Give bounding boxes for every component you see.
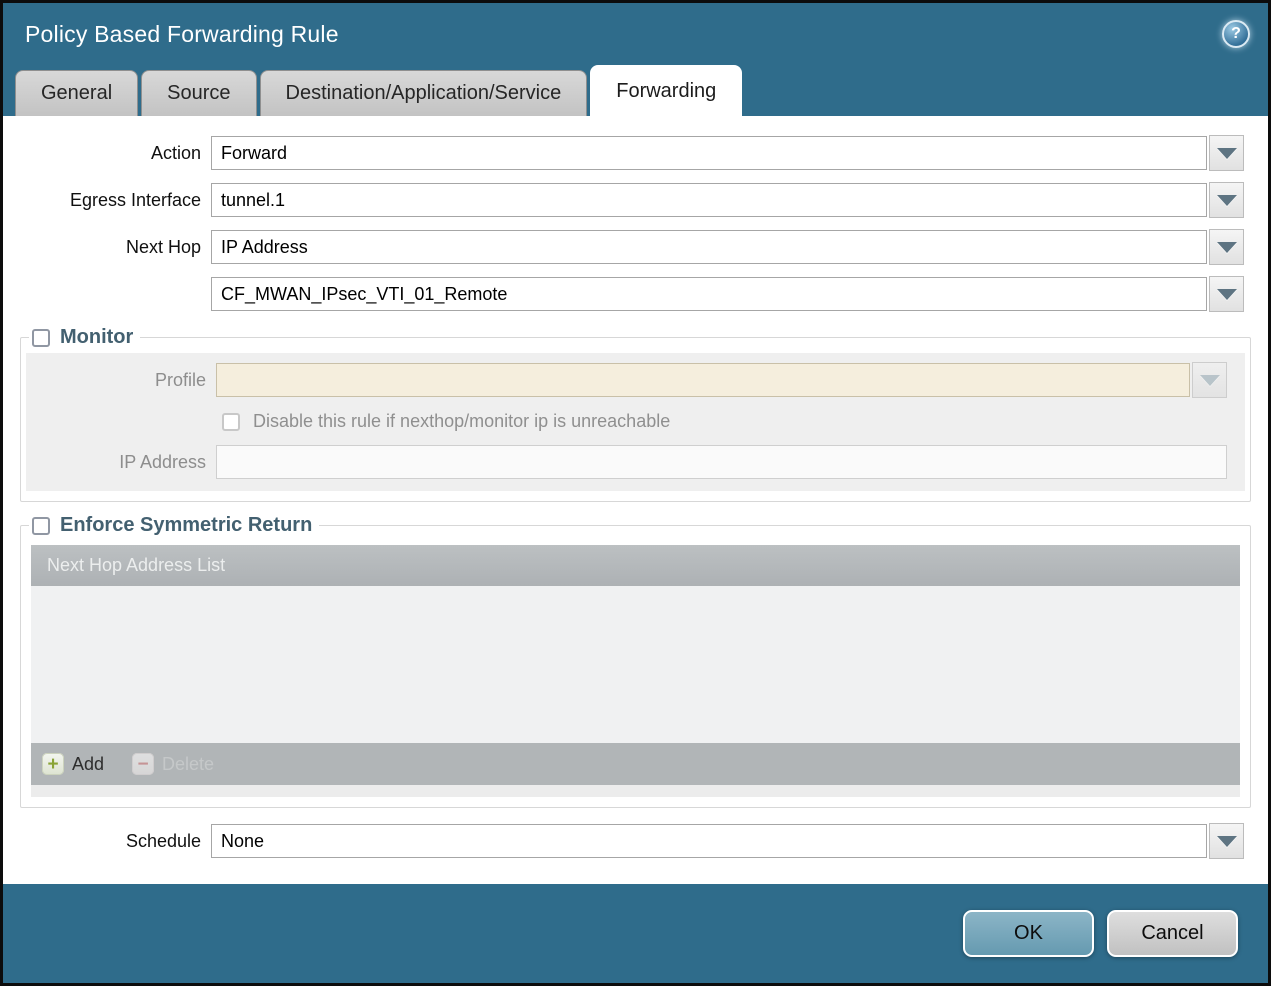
disable-rule-row: Disable this rule if nexthop/monitor ip … bbox=[222, 411, 1239, 432]
chevron-down-icon bbox=[1216, 147, 1237, 159]
monitor-fieldset: Monitor Profile Disable this rule if nex… bbox=[20, 326, 1251, 502]
forwarding-tab-panel: Action Forward Egress Interface tunnel.1… bbox=[3, 116, 1268, 884]
action-label: Action bbox=[150, 143, 201, 163]
dialog-title: Policy Based Forwarding Rule bbox=[25, 20, 339, 47]
chevron-down-icon bbox=[1216, 835, 1237, 847]
next-hop-address-dropdown-button[interactable] bbox=[1209, 276, 1244, 312]
monitor-label: Monitor bbox=[60, 326, 134, 348]
monitor-legend: Monitor bbox=[29, 326, 140, 349]
minus-icon: − bbox=[132, 753, 155, 775]
delete-button: − Delete bbox=[132, 753, 214, 775]
chevron-down-icon bbox=[1216, 288, 1237, 300]
disable-rule-label: Disable this rule if nexthop/monitor ip … bbox=[253, 411, 671, 431]
next-hop-row: Next Hop IP Address bbox=[15, 229, 1256, 265]
cancel-button[interactable]: Cancel bbox=[1107, 910, 1238, 957]
tab-forwarding[interactable]: Forwarding bbox=[590, 65, 743, 116]
profile-select bbox=[216, 363, 1190, 397]
plus-icon: + bbox=[42, 753, 64, 775]
egress-interface-label: Egress Interface bbox=[69, 190, 201, 210]
table-header: Next Hop Address List bbox=[31, 545, 1240, 586]
table-bottom-strip bbox=[31, 785, 1240, 797]
enforce-symmetric-return-legend: Enforce Symmetric Return bbox=[29, 514, 319, 537]
help-icon[interactable]: ? bbox=[1222, 20, 1250, 48]
schedule-dropdown-button[interactable] bbox=[1209, 823, 1244, 859]
ok-button[interactable]: OK bbox=[963, 910, 1094, 957]
schedule-select[interactable]: None bbox=[211, 824, 1207, 858]
profile-label: Profile bbox=[154, 370, 206, 390]
tab-bar: General Source Destination/Application/S… bbox=[3, 65, 1268, 116]
action-row: Action Forward bbox=[15, 135, 1256, 171]
action-dropdown-button[interactable] bbox=[1209, 135, 1244, 171]
table-header-label: Next Hop Address List bbox=[47, 555, 226, 575]
schedule-label: Schedule bbox=[125, 831, 201, 851]
egress-interface-select[interactable]: tunnel.1 bbox=[211, 183, 1207, 217]
chevron-down-icon bbox=[1216, 194, 1237, 206]
enforce-symmetric-return-checkbox[interactable] bbox=[32, 516, 50, 535]
chevron-down-icon bbox=[1199, 374, 1220, 386]
table-body-empty[interactable] bbox=[31, 586, 1240, 743]
policy-based-forwarding-dialog: Policy Based Forwarding Rule ? General S… bbox=[0, 0, 1271, 986]
tab-source[interactable]: Source bbox=[141, 70, 257, 116]
next-hop-address-select[interactable]: CF_MWAN_IPsec_VTI_01_Remote bbox=[211, 277, 1207, 311]
next-hop-dropdown-button[interactable] bbox=[1209, 229, 1244, 265]
add-button[interactable]: + Add bbox=[42, 753, 104, 775]
profile-row: Profile bbox=[26, 362, 1239, 398]
monitor-panel: Profile Disable this rule if nexthop/mon… bbox=[26, 353, 1245, 491]
disable-rule-checkbox bbox=[222, 412, 240, 431]
dialog-footer: OK Cancel bbox=[3, 884, 1268, 983]
add-button-label: Add bbox=[72, 753, 105, 774]
title-bar: Policy Based Forwarding Rule ? bbox=[3, 3, 1268, 65]
next-hop-address-list-table: Next Hop Address List + Add − Delete bbox=[31, 545, 1240, 797]
monitor-checkbox[interactable] bbox=[32, 328, 50, 347]
monitor-ip-address-input bbox=[216, 445, 1227, 479]
schedule-row: Schedule None bbox=[15, 823, 1256, 859]
next-hop-address-row: CF_MWAN_IPsec_VTI_01_Remote bbox=[15, 276, 1256, 312]
egress-interface-row: Egress Interface tunnel.1 bbox=[15, 182, 1256, 218]
table-toolbar: + Add − Delete bbox=[31, 743, 1240, 785]
monitor-ip-address-label: IP Address bbox=[119, 451, 206, 472]
egress-interface-dropdown-button[interactable] bbox=[1209, 182, 1244, 218]
profile-dropdown-button bbox=[1192, 362, 1227, 398]
enforce-symmetric-return-label: Enforce Symmetric Return bbox=[60, 514, 313, 536]
action-select[interactable]: Forward bbox=[211, 136, 1207, 170]
monitor-ip-address-row: IP Address bbox=[26, 445, 1239, 479]
tab-general[interactable]: General bbox=[15, 70, 139, 116]
enforce-symmetric-return-fieldset: Enforce Symmetric Return Next Hop Addres… bbox=[20, 514, 1251, 808]
next-hop-label: Next Hop bbox=[125, 237, 201, 257]
next-hop-type-select[interactable]: IP Address bbox=[211, 230, 1207, 264]
chevron-down-icon bbox=[1216, 241, 1237, 253]
delete-button-label: Delete bbox=[162, 753, 215, 774]
tab-destination-application-service[interactable]: Destination/Application/Service bbox=[259, 70, 588, 116]
